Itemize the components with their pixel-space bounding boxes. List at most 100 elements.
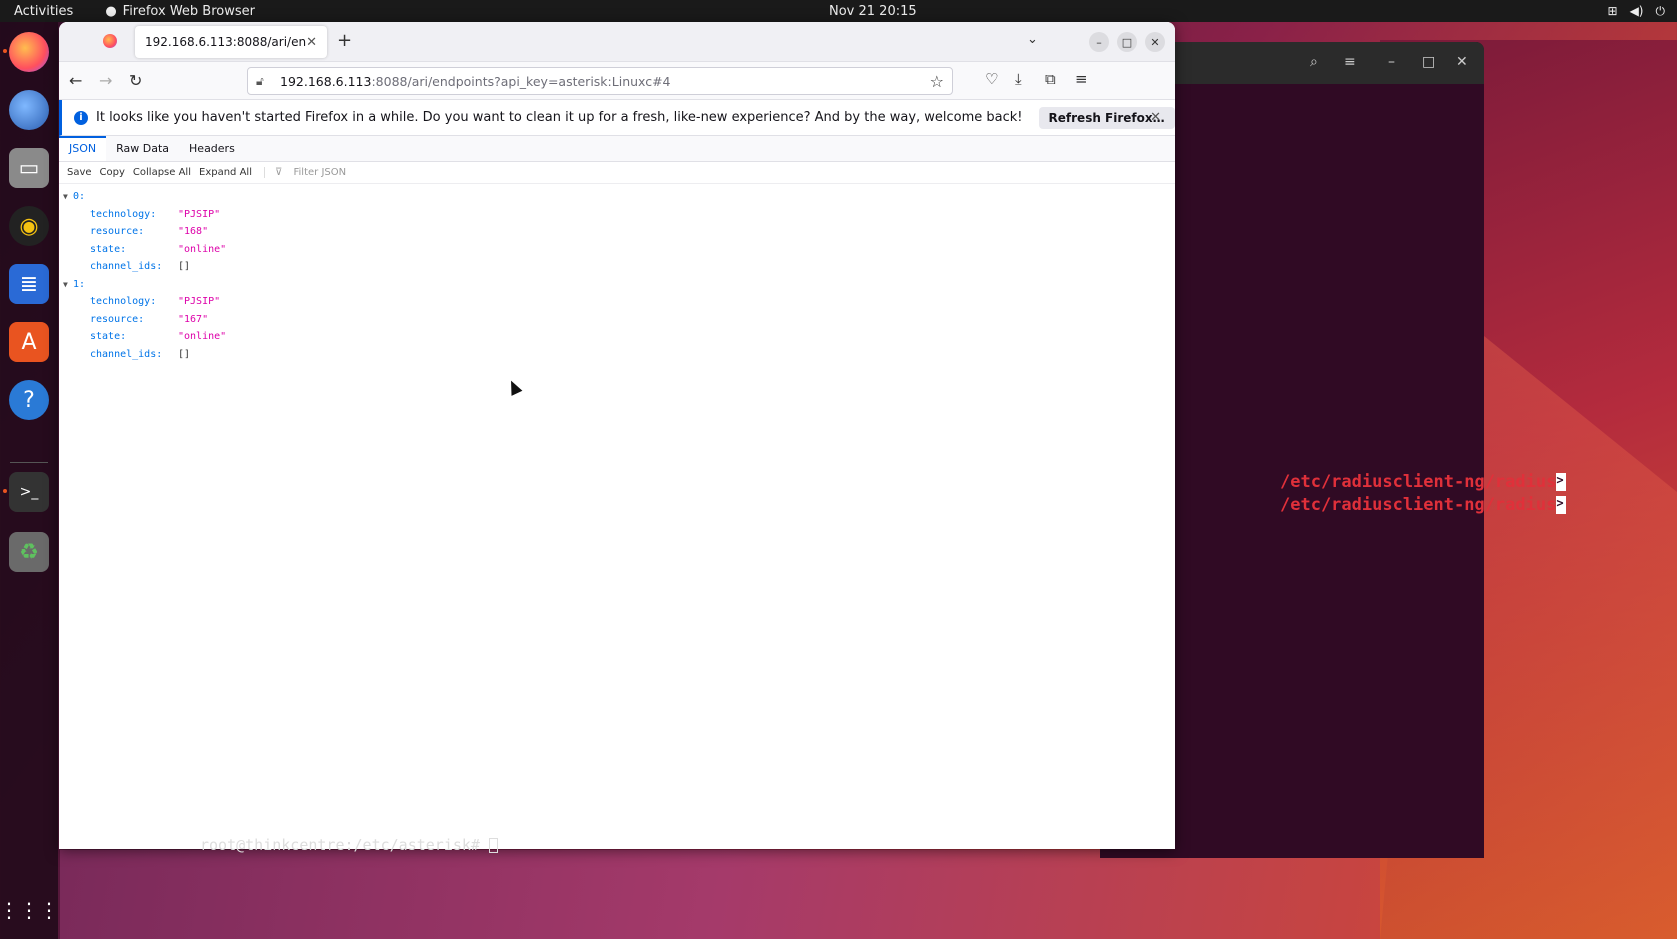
- system-tray[interactable]: ⊞ ◀) ⏻: [1608, 4, 1665, 19]
- tab-close-icon[interactable]: ✕: [306, 35, 317, 50]
- json-key: state:: [90, 243, 127, 255]
- url-path: :8088/ari/endpoints?api_key=asterisk:Lin…: [371, 73, 671, 89]
- terminal-line-2: /etc/radiusclient-ng/radius>: [1280, 495, 1567, 515]
- filter-placeholder: Filter JSON: [293, 167, 347, 178]
- tab-json[interactable]: JSON: [59, 136, 107, 161]
- new-tab-button[interactable]: +: [337, 30, 352, 51]
- json-value: "online": [178, 243, 227, 255]
- minimize-icon[interactable]: –: [1388, 54, 1395, 70]
- json-key: state:: [90, 331, 127, 343]
- terminal-cursor: >: [1556, 496, 1567, 514]
- terminal-icon[interactable]: >_: [3, 472, 49, 512]
- save-button[interactable]: Save: [67, 167, 92, 178]
- show-apps-icon[interactable]: ⋮⋮⋮: [0, 890, 59, 930]
- json-value: "167": [178, 313, 209, 325]
- firefox-view-icon[interactable]: [103, 34, 117, 48]
- url-host: 192.168.6.113: [280, 73, 372, 89]
- tab-bar: 192.168.6.113:8088/ari/endp ✕ + ⌄ – □ ✕: [59, 22, 1175, 62]
- clock[interactable]: Nov 21 20:15: [829, 4, 917, 19]
- notification-close-icon[interactable]: ✕: [1150, 110, 1161, 125]
- copy-button[interactable]: Copy: [100, 167, 125, 178]
- terminal-line-2-text: /etc/radiusclient-ng/radius: [1280, 495, 1557, 515]
- network-icon: ⊞: [1607, 3, 1618, 18]
- json-tree: ▼ 0: technology: "PJSIP" resource: "168"…: [59, 184, 1175, 363]
- tab-raw-data[interactable]: Raw Data: [106, 136, 179, 161]
- json-row: channel_ids: []: [59, 346, 1175, 364]
- json-key: technology:: [90, 208, 157, 220]
- terminal-line-1: /etc/radiusclient-ng/radius>: [1280, 472, 1567, 492]
- list-tabs-icon[interactable]: ⌄: [1027, 32, 1038, 47]
- download-icon[interactable]: ⤓: [1015, 70, 1022, 88]
- close-button[interactable]: ✕: [1145, 32, 1165, 52]
- trash-icon[interactable]: ♻: [9, 532, 49, 572]
- volume-icon: ◀): [1629, 3, 1644, 18]
- maximize-icon[interactable]: □: [1422, 54, 1435, 70]
- dock-separator: [10, 462, 48, 463]
- pocket-icon[interactable]: ♡: [985, 70, 998, 88]
- app-name-label: Firefox Web Browser: [122, 3, 255, 19]
- json-entry-header[interactable]: ▼ 1:: [59, 276, 1175, 294]
- expand-toggle-icon[interactable]: ▼: [63, 192, 73, 201]
- back-icon[interactable]: ←: [69, 71, 82, 90]
- tab-title: 192.168.6.113:8088/ari/endp: [145, 35, 307, 49]
- terminal-prompt-text: root@thinkcentre:/etc/asterisk#: [200, 836, 480, 854]
- json-viewer-tabs: JSON Raw Data Headers: [59, 136, 1175, 162]
- app-menu[interactable]: ● Firefox Web Browser: [105, 4, 255, 19]
- json-key: resource:: [90, 226, 145, 238]
- json-index: 1:: [73, 278, 86, 290]
- menu-icon[interactable]: ≡: [1344, 54, 1356, 70]
- json-key: channel_ids:: [90, 261, 163, 273]
- app-center-icon[interactable]: A: [9, 322, 49, 362]
- expand-all-button[interactable]: Expand All: [199, 167, 252, 178]
- help-icon[interactable]: ?: [9, 380, 49, 420]
- firefox-small-icon: ●: [105, 3, 117, 19]
- wallpaper-bottom: [60, 850, 1380, 939]
- app-menu-icon[interactable]: ≡: [1075, 70, 1088, 88]
- power-icon: ⏻: [1655, 3, 1666, 18]
- json-value: "PJSIP": [178, 208, 221, 220]
- lock-icon[interactable]: 🔓︎: [256, 74, 274, 89]
- json-value: []: [178, 261, 191, 273]
- json-row: state: "online": [59, 241, 1175, 259]
- json-key: technology:: [90, 296, 157, 308]
- firefox-window: 192.168.6.113:8088/ari/endp ✕ + ⌄ – □ ✕ …: [59, 22, 1175, 849]
- firefox-icon[interactable]: [3, 32, 49, 72]
- extensions-icon[interactable]: ⧉: [1045, 70, 1056, 88]
- writer-icon[interactable]: ≣: [9, 264, 49, 304]
- json-row: resource: "168": [59, 223, 1175, 241]
- filter-json-input[interactable]: ⊽ Filter JSON: [263, 167, 350, 178]
- tab-headers[interactable]: Headers: [179, 136, 245, 161]
- url-bar[interactable]: 🔓︎ 192.168.6.113:8088/ari/endpoints?api_…: [247, 67, 953, 95]
- expand-toggle-icon[interactable]: ▼: [63, 280, 73, 289]
- forward-icon[interactable]: →: [99, 71, 112, 90]
- dock: ▭ ◉ ≣ A ? >_ ♻ ⋮⋮⋮: [0, 22, 59, 939]
- terminal-line-1-text: /etc/radiusclient-ng/radius: [1280, 472, 1557, 492]
- bookmark-star-icon[interactable]: ☆: [930, 72, 944, 91]
- terminal-cursor: >: [1556, 473, 1567, 491]
- json-key: channel_ids:: [90, 348, 163, 360]
- reload-icon[interactable]: ↻: [129, 71, 142, 90]
- terminal-cursor: [489, 838, 498, 853]
- thunderbird-icon[interactable]: [9, 90, 49, 130]
- files-icon[interactable]: ▭: [9, 148, 49, 188]
- close-icon[interactable]: ✕: [1456, 54, 1468, 70]
- json-row: technology: "PJSIP": [59, 206, 1175, 224]
- search-icon[interactable]: ⌕: [1310, 54, 1318, 70]
- json-row: technology: "PJSIP": [59, 293, 1175, 311]
- json-entry-header[interactable]: ▼ 0:: [59, 188, 1175, 206]
- minimize-button[interactable]: –: [1089, 32, 1109, 52]
- top-bar: Activities ● Firefox Web Browser Nov 21 …: [0, 0, 1677, 22]
- activities-button[interactable]: Activities: [14, 4, 73, 19]
- maximize-button[interactable]: □: [1117, 32, 1137, 52]
- json-key: resource:: [90, 313, 145, 325]
- tab-active[interactable]: 192.168.6.113:8088/ari/endp ✕: [135, 26, 327, 58]
- json-value: "PJSIP": [178, 296, 221, 308]
- collapse-all-button[interactable]: Collapse All: [133, 167, 191, 178]
- notification-bar: i It looks like you haven't started Fire…: [59, 100, 1175, 136]
- rhythmbox-icon[interactable]: ◉: [9, 206, 49, 246]
- notification-text: It looks like you haven't started Firefo…: [96, 110, 1023, 125]
- json-value: []: [178, 348, 191, 360]
- filter-icon: ⊽: [274, 167, 283, 178]
- json-value: "168": [178, 226, 209, 238]
- json-index: 0:: [73, 191, 86, 203]
